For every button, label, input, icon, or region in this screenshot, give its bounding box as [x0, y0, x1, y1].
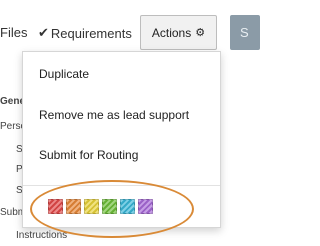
color-swatch-6[interactable]	[138, 199, 153, 214]
files-tab[interactable]: Files	[0, 25, 27, 40]
menu-item-submit-for-routing[interactable]: Submit for Routing	[39, 148, 138, 162]
sidebar-item-instructions[interactable]: Instructions	[16, 230, 67, 241]
color-swatch-2[interactable]	[66, 199, 81, 214]
actions-label: Actions	[151, 25, 192, 40]
color-swatch-row	[48, 199, 156, 214]
menu-divider	[23, 185, 220, 186]
gear-icon: ⚙	[195, 27, 206, 39]
menu-item-remove-lead-support[interactable]: Remove me as lead support	[39, 108, 189, 122]
side-button[interactable]: S	[230, 15, 260, 50]
requirements-tab[interactable]: ✔ Requirements	[38, 25, 132, 41]
menu-item-duplicate[interactable]: Duplicate	[39, 67, 89, 81]
actions-button[interactable]: Actions ⚙	[140, 15, 217, 50]
actions-dropdown-menu: Duplicate Remove me as lead support Subm…	[22, 51, 221, 228]
color-swatch-4[interactable]	[102, 199, 117, 214]
requirements-label: Requirements	[50, 25, 132, 41]
side-button-label: S	[240, 25, 249, 40]
checkmark-icon: ✔	[38, 25, 49, 40]
color-swatch-3[interactable]	[84, 199, 99, 214]
color-swatch-1[interactable]	[48, 199, 63, 214]
color-swatch-5[interactable]	[120, 199, 135, 214]
